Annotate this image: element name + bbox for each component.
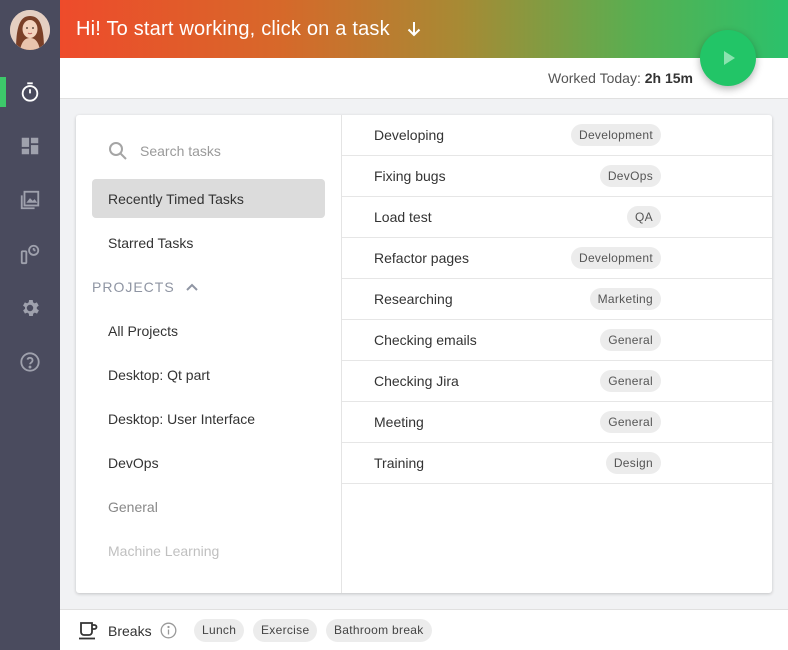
project-tag: Development: [570, 247, 661, 269]
task-row[interactable]: Checking Jira General: [342, 361, 772, 402]
task-name: Load test: [374, 209, 432, 225]
project-item[interactable]: Machine Learning: [108, 543, 219, 559]
project-item[interactable]: Desktop: Qt part: [108, 367, 210, 383]
header-title: Hi! To start working, click on a task: [76, 17, 390, 40]
task-name: Refactor pages: [374, 250, 469, 266]
task-name: Developing: [374, 127, 445, 143]
gear-icon[interactable]: [18, 296, 42, 320]
project-item[interactable]: Desktop: User Interface: [108, 411, 255, 427]
worked-today-value: 2h 15m: [644, 70, 693, 86]
task-name: Checking emails: [374, 332, 477, 348]
nav-recently-timed-tasks[interactable]: Recently Timed Tasks: [92, 179, 325, 218]
task-row[interactable]: Refactor pages Development: [342, 238, 772, 279]
worked-today-label: Worked Today:: [547, 70, 641, 86]
task-name: Researching: [374, 291, 453, 307]
break-chip-bathroom[interactable]: Bathroom break: [326, 619, 432, 642]
sidebar: [0, 0, 60, 650]
task-panel: Recently Timed Tasks Starred Tasks PROJE…: [76, 115, 772, 593]
nav-starred-tasks[interactable]: Starred Tasks: [92, 223, 325, 262]
project-item[interactable]: General: [108, 499, 158, 515]
task-name: Checking Jira: [374, 373, 459, 389]
task-row[interactable]: Meeting General: [342, 402, 772, 443]
task-name: Meeting: [374, 414, 424, 430]
task-row[interactable]: Checking emails General: [342, 320, 772, 361]
user-avatar[interactable]: [10, 10, 50, 50]
search-icon: [109, 142, 127, 160]
breaks-bar: Breaks Lunch Exercise Bathroom break: [60, 609, 788, 650]
worked-today-bar: Worked Today: 2h 15m: [60, 58, 788, 99]
project-tag: Design: [605, 452, 661, 474]
task-list: Developing Development Fixing bugs DevOp…: [342, 115, 772, 593]
search-box[interactable]: [108, 139, 308, 163]
task-row[interactable]: Researching Marketing: [342, 279, 772, 320]
break-chip-exercise[interactable]: Exercise: [253, 619, 318, 642]
help-question-icon[interactable]: [18, 350, 42, 374]
project-tag: QA: [627, 206, 661, 228]
image-gallery-icon[interactable]: [18, 188, 42, 212]
arrow-down-icon: [407, 22, 421, 37]
dashboard-icon[interactable]: [18, 134, 42, 158]
projects-heading: PROJECTS: [92, 279, 175, 295]
task-row[interactable]: Training Design: [342, 443, 772, 484]
task-name: Training: [374, 455, 425, 471]
project-tag: General: [600, 329, 661, 351]
task-row[interactable]: Developing Development: [342, 115, 772, 156]
start-timer-button[interactable]: [700, 30, 756, 86]
breaks-label: Breaks: [108, 623, 152, 639]
project-item[interactable]: DevOps: [108, 455, 159, 471]
header-banner: Hi! To start working, click on a task: [60, 0, 788, 58]
project-tag: General: [600, 370, 661, 392]
task-name: Fixing bugs: [374, 168, 446, 184]
time-tracking-icon[interactable]: [18, 242, 42, 266]
break-chip-lunch[interactable]: Lunch: [194, 619, 245, 642]
project-tag: General: [600, 411, 661, 433]
project-item[interactable]: All Projects: [108, 323, 178, 339]
play-icon: [724, 51, 735, 65]
project-tag: Marketing: [589, 288, 661, 310]
project-tag: DevOps: [599, 165, 661, 187]
info-icon[interactable]: [160, 622, 177, 639]
worked-today: Worked Today: 2h 15m: [548, 70, 693, 86]
active-nav-indicator: [0, 77, 6, 107]
search-input[interactable]: [140, 143, 290, 159]
task-row[interactable]: Load test QA: [342, 197, 772, 238]
stopwatch-icon[interactable]: [18, 80, 42, 104]
coffee-cup-icon: [79, 622, 98, 640]
project-tag: Development: [570, 124, 661, 146]
chevron-up-icon: [185, 283, 198, 291]
project-filter-column: Recently Timed Tasks Starred Tasks PROJE…: [76, 115, 342, 593]
projects-heading-toggle[interactable]: PROJECTS: [92, 279, 199, 295]
task-row[interactable]: Fixing bugs DevOps: [342, 156, 772, 197]
